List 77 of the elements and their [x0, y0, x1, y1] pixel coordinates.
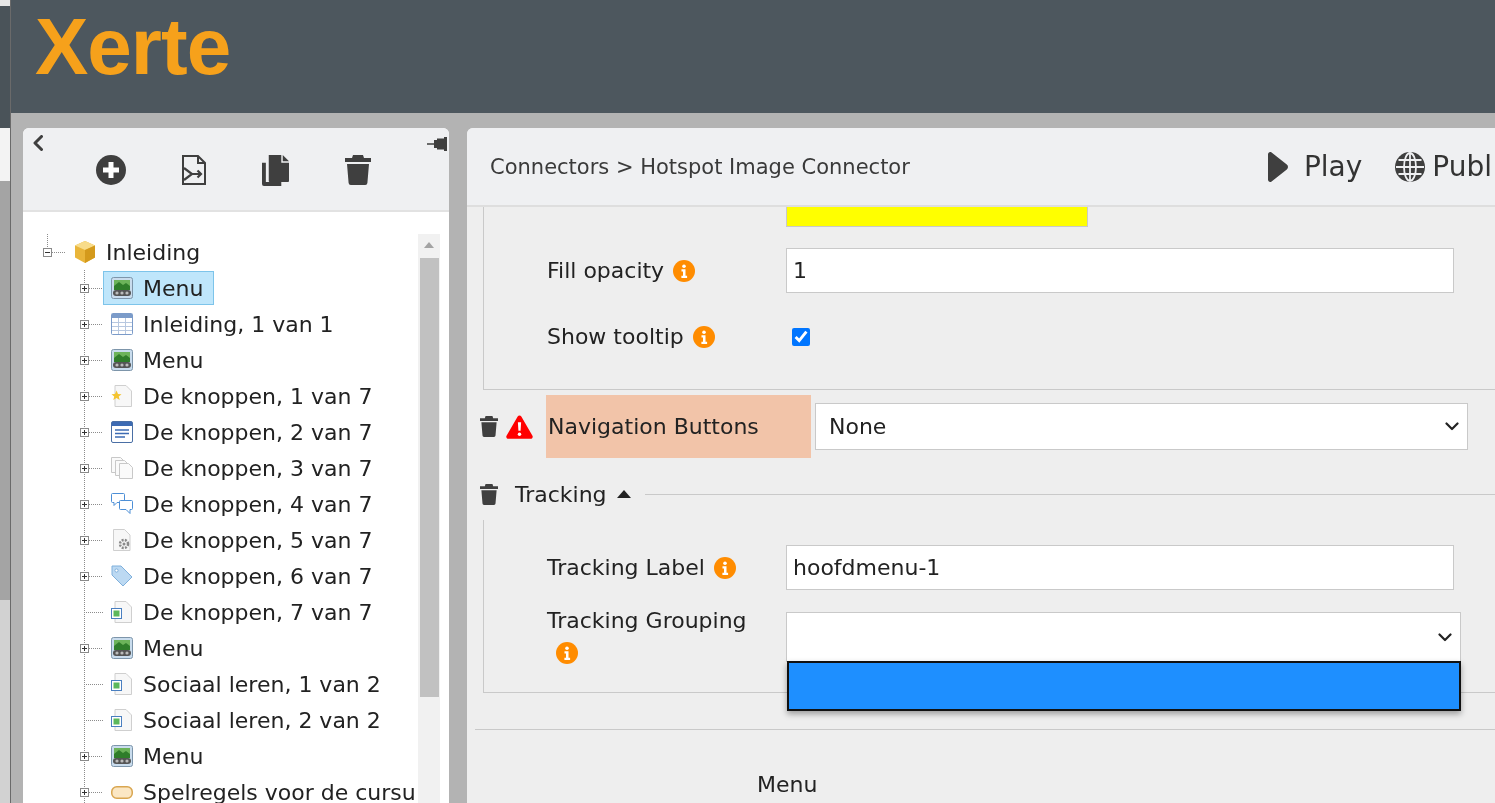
chevron-left-icon[interactable]: [33, 135, 43, 151]
colour-field[interactable]: [786, 207, 1088, 227]
text-field[interactable]: 1: [786, 248, 1454, 293]
tree-item[interactable]: Menu: [103, 271, 215, 305]
speech-bubbles-icon: [111, 493, 133, 515]
checkbox[interactable]: [792, 328, 810, 346]
picture-icon: [111, 349, 133, 371]
globe-icon: [1395, 151, 1426, 182]
tag-icon: [111, 565, 133, 587]
plus-box-icon[interactable]: [80, 319, 89, 329]
trash-icon[interactable]: [480, 416, 498, 437]
text-field[interactable]: hoofdmenu-1: [786, 545, 1454, 590]
tree-item[interactable]: Menu: [103, 343, 215, 377]
logo-text[interactable]: Xerte: [35, 7, 231, 87]
dropdown[interactable]: [786, 612, 1461, 662]
tree-item[interactable]: Menu: [103, 631, 215, 665]
plus-box-icon[interactable]: [80, 787, 89, 797]
tree-item[interactable]: Menu: [103, 739, 215, 773]
plus-box-icon[interactable]: [80, 427, 89, 437]
field-label: Navigation Buttons: [546, 395, 811, 458]
section-title[interactable]: Tracking: [515, 481, 607, 507]
field-label: Fill opacity: [547, 257, 665, 283]
trash-icon[interactable]: [345, 155, 371, 185]
plus-box-icon[interactable]: [80, 751, 89, 761]
gear-page-icon: [111, 529, 133, 551]
plus-box-icon[interactable]: [80, 643, 89, 653]
image-page-icon: [111, 673, 133, 695]
field-label: Show tooltip: [547, 324, 684, 349]
picture-icon: [111, 745, 133, 767]
field-label: Tracking Label: [547, 554, 705, 580]
tree-item[interactable]: Inleiding, 1 van 1: [103, 307, 345, 341]
breadcrumb: Connectors > Hotspot Image Connector: [490, 154, 910, 179]
tree-item[interactable]: De knoppen, 5 van 7: [103, 523, 384, 557]
tree-item[interactable]: De knoppen, 1 van 7: [103, 379, 384, 413]
warning-icon: [506, 414, 533, 439]
tree-item[interactable]: De knoppen, 6 van 7: [103, 559, 384, 593]
publish-button[interactable]: Publ: [1395, 150, 1492, 183]
image-page-icon: [111, 601, 133, 623]
section-label: Menu: [757, 772, 818, 798]
plus-box-icon[interactable]: [80, 355, 89, 365]
plus-box-icon[interactable]: [80, 571, 89, 581]
image-page-icon: [111, 709, 133, 731]
file-arrow-icon[interactable]: [182, 155, 206, 185]
tree-item[interactable]: De knoppen, 4 van 7: [103, 487, 384, 521]
trash-icon[interactable]: [480, 483, 498, 505]
window-icon: [111, 421, 133, 443]
picture-icon: [111, 637, 133, 659]
play-button[interactable]: Play: [1267, 150, 1363, 183]
minus-box-icon[interactable]: [43, 247, 52, 257]
scrollbar[interactable]: [418, 234, 440, 803]
tree-item[interactable]: De knoppen, 3 van 7: [103, 451, 384, 485]
plus-box-icon[interactable]: [80, 463, 89, 473]
caret-up-icon[interactable]: [616, 490, 631, 498]
pages-icon: [111, 457, 133, 479]
dropdown[interactable]: None: [815, 403, 1468, 450]
tree-item[interactable]: Sociaal leren, 1 van 2: [103, 667, 392, 701]
rounded-rect-icon: [111, 785, 133, 799]
tree-item[interactable]: De knoppen, 7 van 7: [103, 595, 384, 629]
plus-circle-icon[interactable]: [96, 155, 126, 185]
plus-box-icon[interactable]: [80, 535, 89, 545]
copy-icon[interactable]: [262, 154, 289, 186]
plus-box-icon[interactable]: [80, 283, 89, 293]
plus-box-icon[interactable]: [80, 391, 89, 401]
plus-box-icon[interactable]: [80, 499, 89, 509]
scrollbar-thumb[interactable]: [419, 258, 439, 697]
play-icon: [1267, 151, 1288, 182]
cube-icon: [74, 241, 96, 263]
field-label: Tracking Grouping: [547, 608, 747, 633]
tree-item[interactable]: De knoppen, 2 van 7: [103, 415, 384, 449]
tree-item[interactable]: Sociaal leren, 2 van 2: [103, 703, 392, 737]
table-icon: [111, 313, 133, 335]
star-page-icon: [111, 385, 133, 407]
tree-item[interactable]: Inleiding: [66, 235, 212, 269]
chevron-down-icon: [1445, 422, 1459, 431]
pin-icon[interactable]: [427, 137, 447, 151]
chevron-down-icon: [1438, 632, 1452, 642]
picture-icon: [111, 277, 133, 299]
